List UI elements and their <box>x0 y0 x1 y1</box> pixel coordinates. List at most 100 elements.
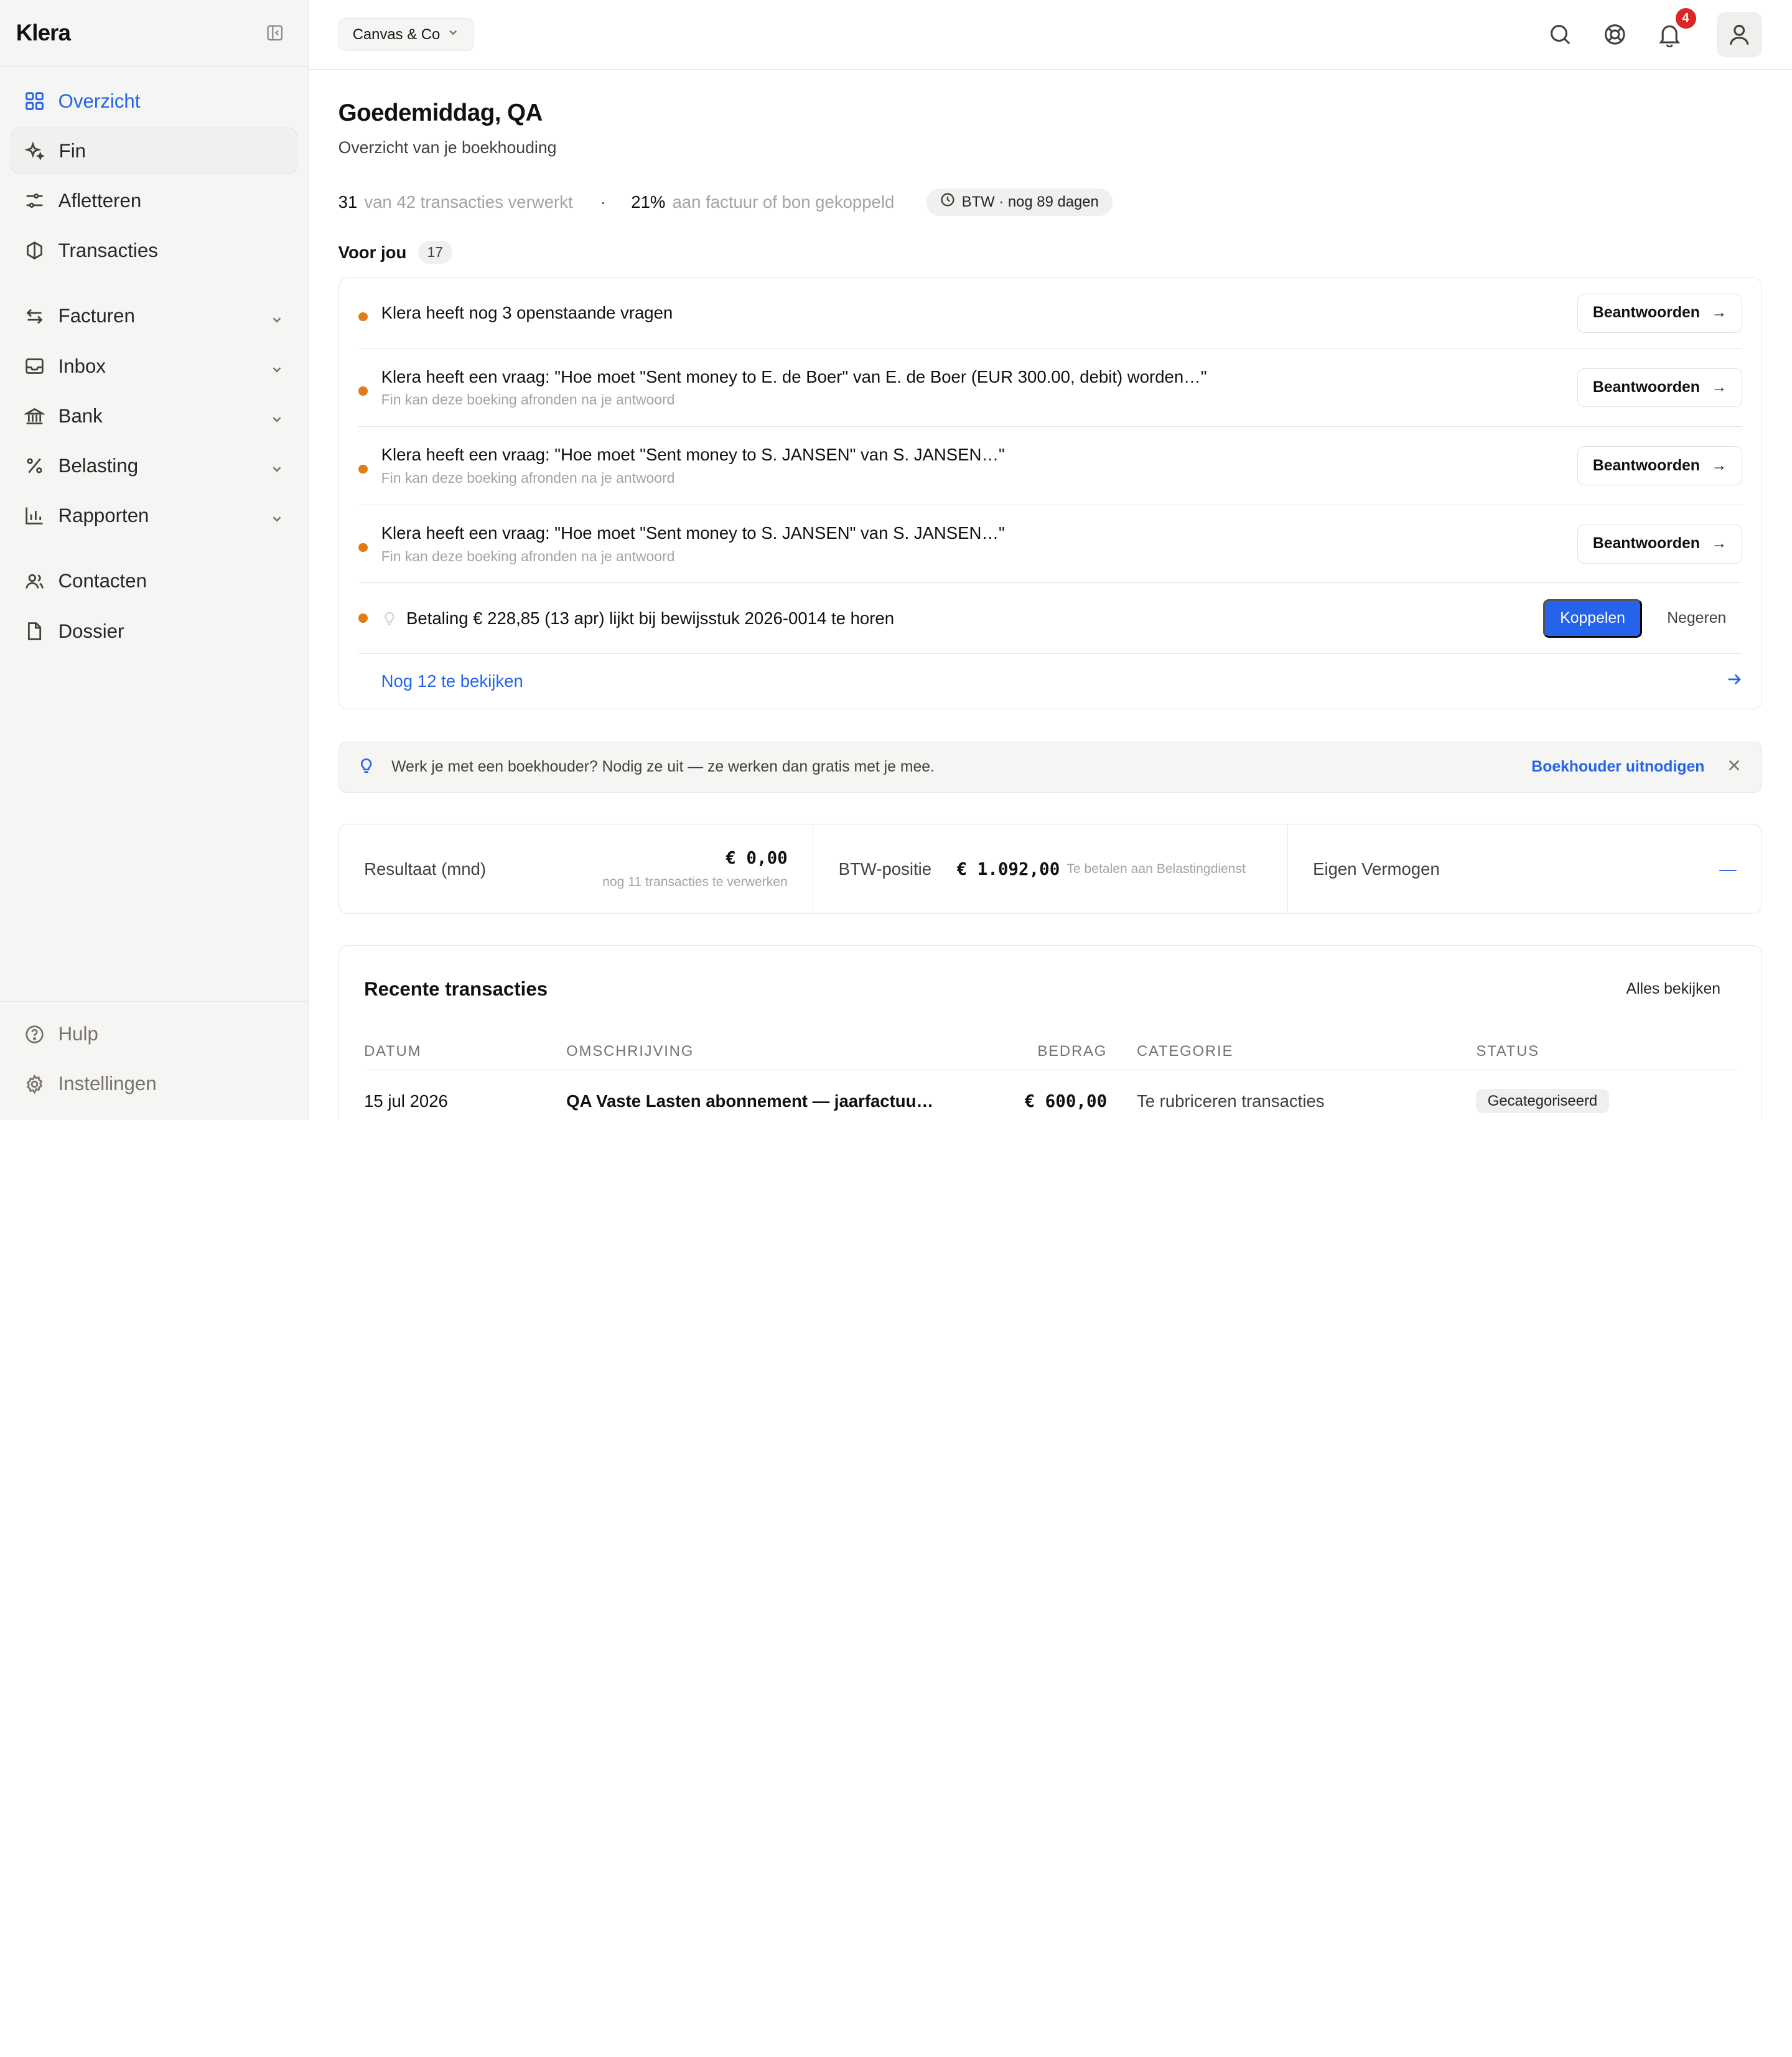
kpi-result-label: Resultaat (mnd) <box>364 859 487 879</box>
arrow-right-icon: → <box>1711 378 1727 396</box>
chevron-down-icon[interactable] <box>270 309 284 332</box>
chevron-down-icon <box>447 26 459 44</box>
sidebar-item-label: Afletteren <box>58 189 142 212</box>
close-icon[interactable] <box>1727 758 1741 777</box>
match-text: Betaling € 228,85 (13 apr) lijkt bij bew… <box>406 608 895 628</box>
task-item: Klera heeft een vraag: "Hoe moet "Sent m… <box>358 427 1742 506</box>
btw-deadline-text: BTW · nog 89 dagen <box>961 193 1099 210</box>
app-root: Klera Overzicht Fin Afletteren Transacti… <box>0 0 1792 1120</box>
sidebar-item-label: Fin <box>58 139 86 162</box>
sidebar-item-afletteren[interactable]: Afletteren <box>11 177 298 224</box>
chevron-down-icon[interactable] <box>270 359 284 381</box>
task-text: Klera heeft een vraag: "Hoe moet "Sent m… <box>381 523 1005 543</box>
task-text: Klera heeft een vraag: "Hoe moet "Sent m… <box>381 445 1005 465</box>
task-dot <box>358 464 368 474</box>
sidebar-item-label: Belasting <box>58 454 139 477</box>
btw-deadline-badge[interactable]: BTW · nog 89 dagen <box>926 188 1113 216</box>
sidebar-item-label: Bank <box>58 404 103 427</box>
sidebar-item-label: Instellingen <box>58 1073 157 1095</box>
table-row[interactable]: 15 jul 2026 QA Vaste Lasten abonnement —… <box>364 1070 1737 1120</box>
sidebar-item-instellingen[interactable]: Instellingen <box>11 1061 298 1108</box>
sidebar-item-rapporten[interactable]: Rapporten <box>11 492 298 539</box>
sidebar-collapse-icon[interactable] <box>264 22 285 43</box>
page-title: Goedemiddag, QA <box>338 99 543 126</box>
table-header-row: DATUM OMSCHRIJVING BEDRAG CATEGORIE STAT… <box>364 1033 1737 1071</box>
sidebar-item-belasting[interactable]: Belasting <box>11 442 298 489</box>
answer-button[interactable]: Beantwoorden → <box>1577 525 1742 564</box>
kpi-btw[interactable]: BTW-positie € 1.092,00 Te betalen aan Be… <box>813 824 1288 914</box>
notification-badge: 4 <box>1675 8 1696 29</box>
lightbulb-icon <box>381 610 398 627</box>
sidebar-item-dossier[interactable]: Dossier <box>11 608 298 655</box>
transactions-table: DATUM OMSCHRIJVING BEDRAG CATEGORIE STAT… <box>364 1033 1737 1120</box>
chevron-down-icon[interactable] <box>270 459 284 481</box>
sidebar-footer: Hulp Instellingen <box>0 1001 308 1120</box>
kpi-btw-value: € 1.092,00 <box>956 859 1060 879</box>
sidebar-item-label: Facturen <box>58 305 135 327</box>
for-you-count: 17 <box>418 241 452 264</box>
user-avatar-icon[interactable] <box>1716 11 1763 58</box>
company-switcher[interactable]: Canvas & Co <box>338 17 474 52</box>
kpi-result[interactable]: Resultaat (mnd) € 0,00 nog 11 transactie… <box>339 824 814 914</box>
bar-chart-icon <box>24 505 45 526</box>
for-you-card: Klera heeft nog 3 openstaande vragen Bea… <box>338 277 1763 710</box>
sidebar-item-label: Dossier <box>58 620 124 642</box>
stats-row: 31 van 42 transacties verwerkt · 21% aan… <box>338 187 1763 217</box>
answer-button[interactable]: Beantwoorden → <box>1577 368 1742 407</box>
sidebar-item-overzicht[interactable]: Overzicht <box>11 78 298 124</box>
kpi-btw-label: BTW-positie <box>838 859 932 879</box>
column-header[interactable]: STATUS <box>1476 1033 1737 1071</box>
task-dot <box>358 543 368 553</box>
sliders-icon <box>24 190 45 211</box>
sidebar-item-transacties[interactable]: Transacties <box>11 227 298 274</box>
bell-icon[interactable]: 4 <box>1655 8 1696 50</box>
kpi-equity[interactable]: Eigen Vermogen — <box>1288 824 1762 913</box>
sidebar-item-label: Hulp <box>58 1023 98 1045</box>
kpi-equity-label: Eigen Vermogen <box>1313 859 1440 879</box>
column-header[interactable]: OMSCHRIJVING <box>566 1033 934 1071</box>
arrow-right-icon: → <box>1711 304 1727 322</box>
lightbulb-icon <box>357 756 375 778</box>
for-you-title: Voor jou <box>338 242 407 262</box>
kpi-result-value: € 0,00 <box>726 848 788 869</box>
sidebar-item-label: Rapporten <box>58 504 149 526</box>
linked-text: aan factuur of bon gekoppeld <box>672 192 895 212</box>
sidebar-item-fin[interactable]: Fin <box>10 127 298 175</box>
stats-separator: · <box>600 192 606 212</box>
answer-button[interactable]: Beantwoorden → <box>1577 446 1742 485</box>
accountant-invite-banner: Werk je met een boekhouder? Nodig ze uit… <box>338 741 1763 793</box>
sidebar-item-inbox[interactable]: Inbox <box>11 343 298 389</box>
kpi-btw-note: Te betalen aan Belastingdienst <box>1066 861 1246 876</box>
percent-icon <box>24 455 45 476</box>
column-header[interactable]: CATEGORIE <box>1107 1033 1477 1071</box>
cell-date: 15 jul 2026 <box>364 1091 448 1111</box>
cell-category: Te rubriceren transacties <box>1136 1091 1325 1111</box>
arrows-icon <box>24 306 45 327</box>
task-dot <box>358 613 368 623</box>
link-button[interactable]: Koppelen <box>1543 599 1642 638</box>
sidebar-item-contacten[interactable]: Contacten <box>11 558 298 605</box>
clock-icon <box>940 192 955 212</box>
topbar: Canvas & Co 4 <box>308 0 1792 70</box>
task-subtext: Fin kan deze boeking afronden na je antw… <box>381 391 675 408</box>
sidebar-item-facturen[interactable]: Facturen <box>11 293 298 340</box>
task-subtext: Fin kan deze boeking afronden na je antw… <box>381 548 675 564</box>
search-icon[interactable] <box>1545 20 1575 50</box>
sidebar-item-bank[interactable]: Bank <box>11 393 298 439</box>
grid-icon <box>24 91 45 111</box>
sidebar-item-hulp[interactable]: Hulp <box>11 1011 298 1058</box>
sidebar-item-label: Contacten <box>58 570 147 592</box>
ignore-button[interactable]: Negeren <box>1651 599 1742 638</box>
chevron-down-icon[interactable] <box>270 508 284 531</box>
invite-accountant-link[interactable]: Boekhouder uitnodigen <box>1531 758 1704 776</box>
answer-button[interactable]: Beantwoorden → <box>1577 294 1742 333</box>
column-header[interactable]: DATUM <box>364 1033 567 1071</box>
view-more-link[interactable]: Nog 12 te bekijken <box>358 654 1742 709</box>
users-icon <box>24 571 45 592</box>
view-all-link[interactable]: Alles bekijken <box>1626 981 1721 998</box>
cell-description: QA Vaste Lasten abonnement — jaarfactuu… <box>566 1091 934 1111</box>
chevron-down-icon[interactable] <box>270 409 284 431</box>
lifebuoy-icon[interactable] <box>1600 20 1630 50</box>
column-header[interactable]: BEDRAG <box>933 1033 1108 1071</box>
sidebar-item-label: Overzicht <box>58 90 141 112</box>
